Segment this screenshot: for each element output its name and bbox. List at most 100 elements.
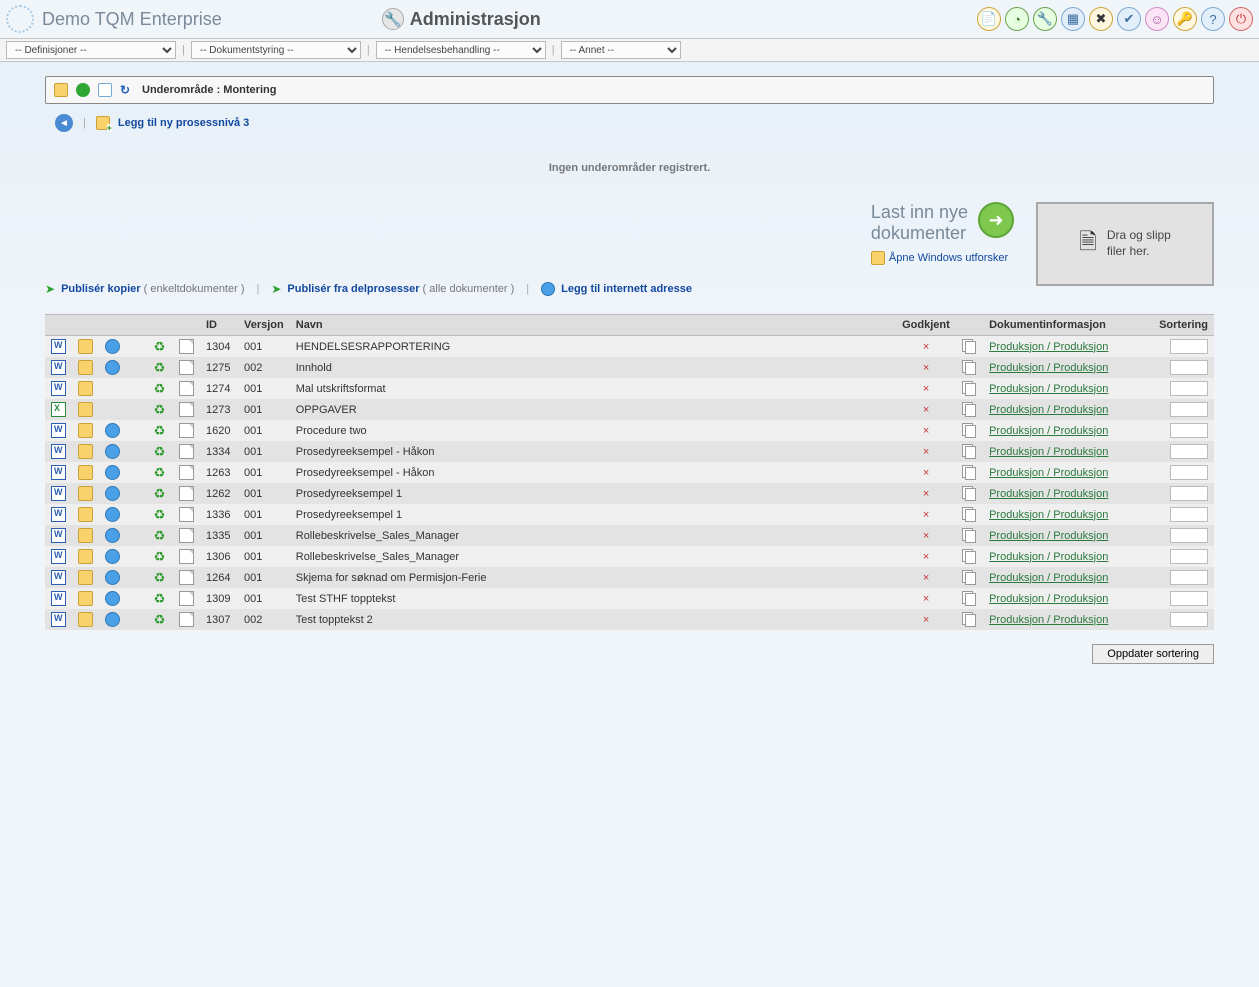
hdr-help-icon[interactable]: ? [1201, 7, 1225, 31]
doc-info-link[interactable]: Produksjon / Produksjon [989, 593, 1108, 605]
folder-icon[interactable] [78, 570, 93, 585]
pages-icon[interactable] [962, 549, 977, 564]
doc-info-link[interactable]: Produksjon / Produksjon [989, 530, 1108, 542]
sort-input[interactable] [1170, 528, 1208, 543]
sort-input[interactable] [1170, 570, 1208, 585]
info-icon[interactable] [98, 83, 112, 97]
sort-input[interactable] [1170, 465, 1208, 480]
add-internet-link[interactable]: Legg til internett adresse [561, 283, 692, 295]
web-icon[interactable] [105, 528, 120, 543]
web-icon[interactable] [105, 612, 120, 627]
menu-dokumentstyring[interactable]: -- Dokumentstyring -- [191, 41, 361, 59]
doc-info-link[interactable]: Produksjon / Produksjon [989, 551, 1108, 563]
pages-icon[interactable] [962, 339, 977, 354]
page-icon[interactable] [179, 360, 194, 375]
hdr-key-icon[interactable]: 🔑 [1173, 7, 1197, 31]
page-icon[interactable] [179, 612, 194, 627]
recycle-icon[interactable]: ♻ [152, 445, 167, 458]
add-folder-icon[interactable] [96, 116, 110, 130]
folder-icon[interactable] [78, 360, 93, 375]
pages-icon[interactable] [962, 507, 977, 522]
hdr-document-icon[interactable]: 📄 [977, 7, 1001, 31]
folder-icon[interactable] [78, 507, 93, 522]
word-file-icon[interactable] [51, 591, 66, 606]
doc-info-link[interactable]: Produksjon / Produksjon [989, 488, 1108, 500]
sort-input[interactable] [1170, 591, 1208, 606]
recycle-icon[interactable]: ♻ [152, 382, 167, 395]
word-file-icon[interactable] [51, 444, 66, 459]
sort-input[interactable] [1170, 549, 1208, 564]
sort-input[interactable] [1170, 402, 1208, 417]
publish-copies-link[interactable]: Publisér kopier ( enkeltdokumenter ) [61, 283, 244, 295]
refresh-icon[interactable]: ↻ [120, 83, 134, 97]
pages-icon[interactable] [962, 423, 977, 438]
page-icon[interactable] [179, 549, 194, 564]
folder-icon[interactable] [54, 83, 68, 97]
web-icon[interactable] [105, 423, 120, 438]
pages-icon[interactable] [962, 381, 977, 396]
status-dot-icon[interactable] [76, 83, 90, 97]
page-icon[interactable] [179, 507, 194, 522]
folder-icon[interactable] [78, 423, 93, 438]
hdr-tools-icon[interactable]: 🔧 [1033, 7, 1057, 31]
folder-icon[interactable] [78, 465, 93, 480]
word-file-icon[interactable] [51, 486, 66, 501]
word-file-icon[interactable] [51, 339, 66, 354]
doc-info-link[interactable]: Produksjon / Produksjon [989, 404, 1108, 416]
open-explorer-link[interactable]: Åpne Windows utforsker [871, 251, 1008, 265]
back-icon[interactable]: ◄ [55, 114, 73, 132]
web-icon[interactable] [105, 507, 120, 522]
pages-icon[interactable] [962, 591, 977, 606]
folder-icon[interactable] [78, 591, 93, 606]
menu-hendelsesbehandling[interactable]: -- Hendelsesbehandling -- [376, 41, 546, 59]
hdr-power-icon[interactable]: ⏻ [1229, 7, 1253, 31]
web-icon[interactable] [105, 339, 120, 354]
folder-icon[interactable] [78, 549, 93, 564]
pages-icon[interactable] [962, 465, 977, 480]
pages-icon[interactable] [962, 402, 977, 417]
web-icon[interactable] [105, 549, 120, 564]
doc-info-link[interactable]: Produksjon / Produksjon [989, 509, 1108, 521]
folder-icon[interactable] [78, 486, 93, 501]
sort-input[interactable] [1170, 486, 1208, 501]
recycle-icon[interactable]: ♻ [152, 508, 167, 521]
recycle-icon[interactable]: ♻ [152, 340, 167, 353]
pages-icon[interactable] [962, 444, 977, 459]
recycle-icon[interactable]: ♻ [152, 529, 167, 542]
doc-info-link[interactable]: Produksjon / Produksjon [989, 572, 1108, 584]
web-icon[interactable] [105, 591, 120, 606]
word-file-icon[interactable] [51, 549, 66, 564]
folder-icon[interactable] [78, 528, 93, 543]
sort-input[interactable] [1170, 507, 1208, 522]
drop-zone[interactable]: 🗎 Dra og slipp filer her. [1036, 202, 1214, 286]
page-icon[interactable] [179, 339, 194, 354]
folder-icon[interactable] [78, 444, 93, 459]
page-icon[interactable] [179, 465, 194, 480]
web-icon[interactable] [105, 444, 120, 459]
recycle-icon[interactable]: ♻ [152, 571, 167, 584]
pages-icon[interactable] [962, 570, 977, 585]
sort-input[interactable] [1170, 381, 1208, 396]
word-file-icon[interactable] [51, 465, 66, 480]
folder-icon[interactable] [78, 612, 93, 627]
sort-input[interactable] [1170, 423, 1208, 438]
sort-input[interactable] [1170, 444, 1208, 459]
sort-input[interactable] [1170, 339, 1208, 354]
web-icon[interactable] [105, 465, 120, 480]
menu-definisjoner[interactable]: -- Definisjoner -- [6, 41, 176, 59]
doc-info-link[interactable]: Produksjon / Produksjon [989, 362, 1108, 374]
hdr-chart-icon[interactable]: ◔ [1005, 7, 1029, 31]
page-icon[interactable] [179, 528, 194, 543]
folder-icon[interactable] [78, 402, 93, 417]
recycle-icon[interactable]: ♻ [152, 466, 167, 479]
sort-input[interactable] [1170, 612, 1208, 627]
recycle-icon[interactable]: ♻ [152, 487, 167, 500]
doc-info-link[interactable]: Produksjon / Produksjon [989, 341, 1108, 353]
web-icon[interactable] [105, 570, 120, 585]
folder-icon[interactable] [78, 339, 93, 354]
hdr-settings-icon[interactable]: ✖ [1089, 7, 1113, 31]
page-icon[interactable] [179, 381, 194, 396]
hdr-check-icon[interactable]: ✔ [1117, 7, 1141, 31]
recycle-icon[interactable]: ♻ [152, 550, 167, 563]
page-icon[interactable] [179, 570, 194, 585]
